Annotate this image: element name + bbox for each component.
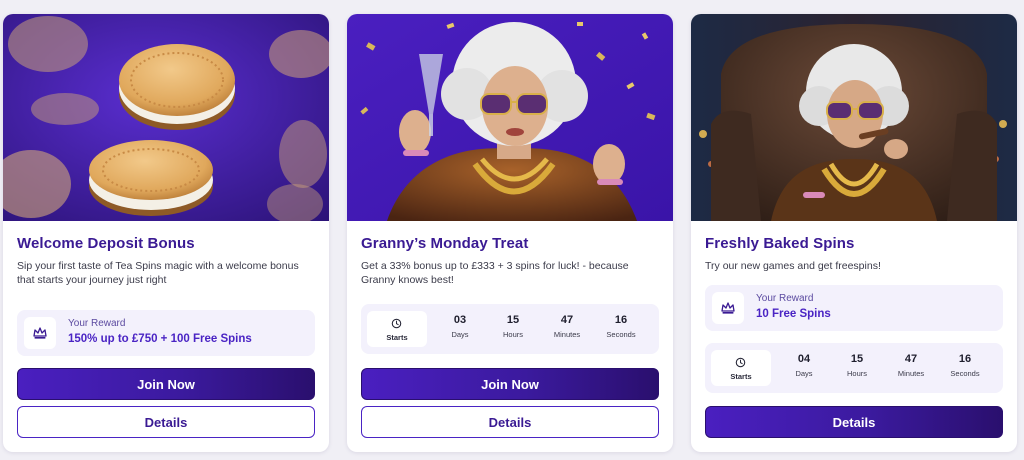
join-now-button[interactable]: Join Now — [361, 368, 659, 400]
timer-hours-label: Hours — [502, 330, 523, 339]
promo-card-monday: Granny’s Monday Treat Get a 33% bonus up… — [347, 14, 673, 452]
promo-card-welcome: Welcome Deposit Bonus Sip your first tas… — [3, 14, 329, 452]
details-button[interactable]: Details — [705, 406, 1003, 438]
timer-minutes-value: 47 — [904, 353, 918, 365]
reward-panel: Your Reward 10 Free Spins — [705, 285, 1003, 331]
reward-label: Your Reward — [68, 318, 126, 329]
reward-value: 10 Free Spins — [756, 308, 831, 320]
timer-seconds: 16 Seconds — [598, 314, 644, 339]
timer-minutes-label: Minutes — [553, 330, 581, 339]
timer-days-label: Days — [451, 330, 469, 339]
countdown-timer: Starts 03 Days 15 Hours 47 Minutes 16 Se… — [361, 304, 659, 354]
timer-minutes: 47 Minutes — [544, 314, 590, 339]
timer-starts: Starts — [711, 350, 771, 386]
card-description: Get a 33% bonus up to £333 + 3 spins for… — [361, 260, 629, 286]
reward-label: Your Reward — [756, 293, 814, 304]
timer-hours-label: Hours — [846, 369, 867, 378]
timer-seconds-label: Seconds — [606, 330, 636, 339]
card-title: Granny’s Monday Treat — [361, 235, 529, 252]
timer-days: 04 Days — [781, 353, 827, 378]
card-title: Welcome Deposit Bonus — [17, 235, 195, 252]
granny-armchair-image — [691, 14, 1017, 221]
promo-card-freshly-baked: Freshly Baked Spins Try our new games an… — [691, 14, 1017, 452]
timer-seconds-label: Seconds — [950, 369, 980, 378]
timer-seconds-value: 16 — [958, 353, 972, 365]
join-now-button[interactable]: Join Now — [17, 368, 315, 400]
timer-seconds: 16 Seconds — [942, 353, 988, 378]
reward-value: 150% up to £750 + 100 Free Spins — [68, 333, 252, 345]
crown-icon — [24, 317, 56, 349]
card-description: Try our new games and get freespins! — [705, 260, 881, 272]
timer-minutes-value: 47 — [560, 314, 574, 326]
timer-minutes-label: Minutes — [897, 369, 925, 378]
timer-days-value: 04 — [797, 353, 811, 365]
card-title: Freshly Baked Spins — [705, 235, 855, 252]
timer-seconds-value: 16 — [614, 314, 628, 326]
timer-starts-label: Starts — [386, 333, 408, 342]
details-button[interactable]: Details — [17, 406, 315, 438]
timer-hours: 15 Hours — [490, 314, 536, 339]
clock-icon — [735, 355, 746, 373]
granny-champagne-image — [347, 14, 673, 221]
cookies-image — [3, 14, 329, 221]
timer-days: 03 Days — [437, 314, 483, 339]
timer-days-value: 03 — [453, 314, 467, 326]
countdown-timer: Starts 04 Days 15 Hours 47 Minutes 16 Se… — [705, 343, 1003, 393]
timer-minutes: 47 Minutes — [888, 353, 934, 378]
card-description: Sip your first taste of Tea Spins magic … — [17, 260, 299, 286]
timer-hours-value: 15 — [850, 353, 864, 365]
timer-days-label: Days — [795, 369, 813, 378]
timer-starts-label: Starts — [730, 372, 752, 381]
reward-panel: Your Reward 150% up to £750 + 100 Free S… — [17, 310, 315, 356]
timer-hours: 15 Hours — [834, 353, 880, 378]
clock-icon — [391, 316, 402, 334]
details-button[interactable]: Details — [361, 406, 659, 438]
timer-starts: Starts — [367, 311, 427, 347]
timer-hours-value: 15 — [506, 314, 520, 326]
crown-icon — [712, 292, 744, 324]
